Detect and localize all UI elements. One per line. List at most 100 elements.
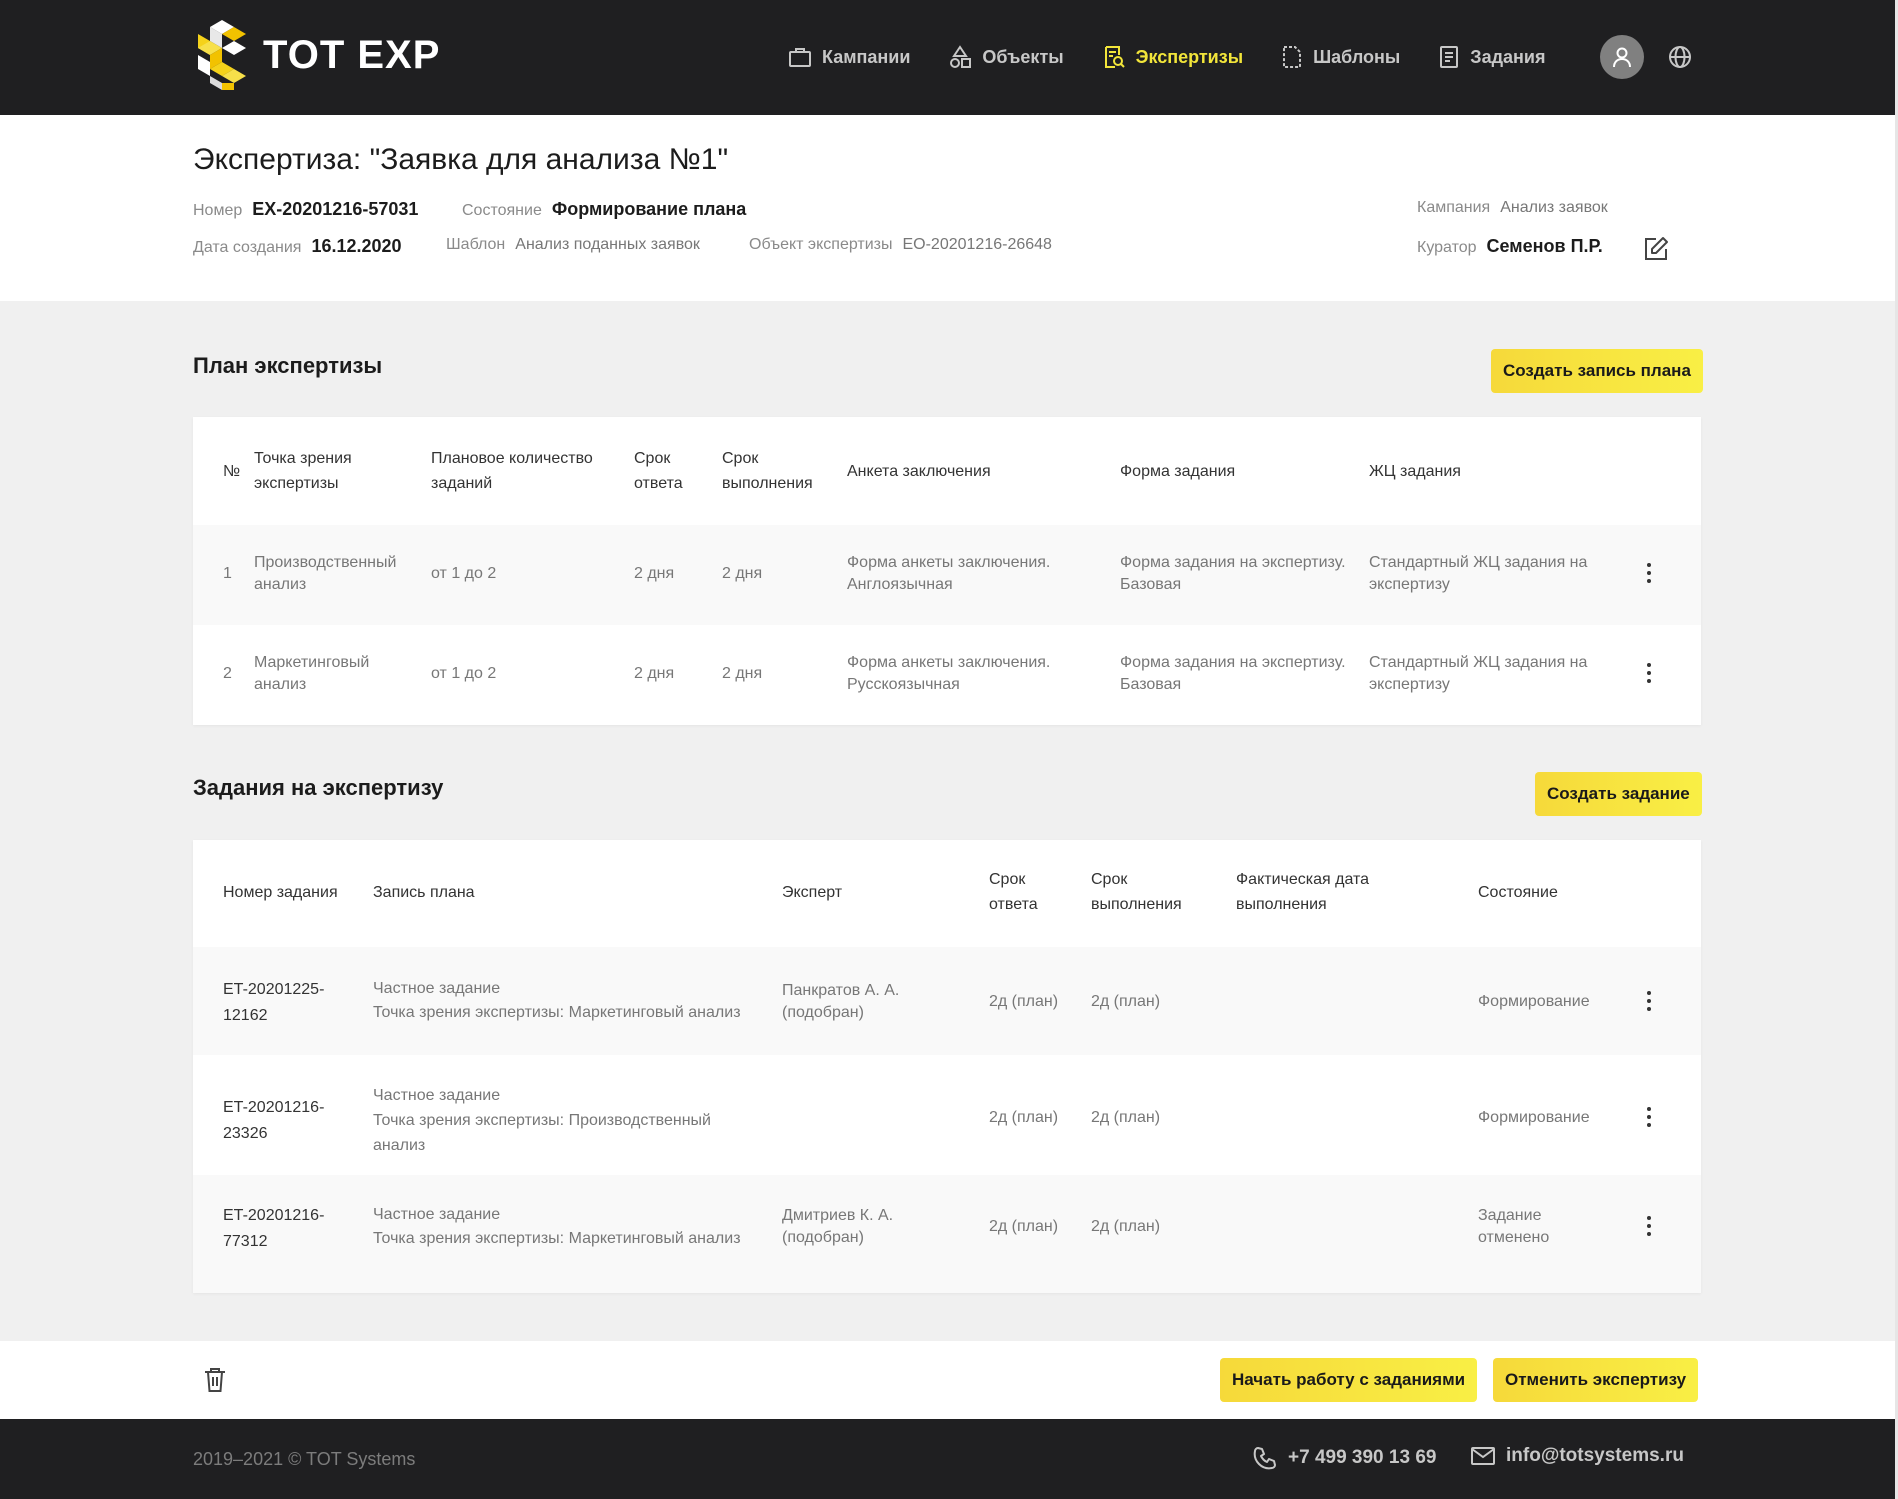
campaign-label: Кампания — [1417, 199, 1491, 216]
main-nav: Кампании Объекты Экспертизы Шаблоны Зада… — [788, 36, 1583, 78]
logo-cubes-icon — [198, 20, 246, 90]
template-label: Шаблон — [446, 236, 506, 253]
nav-templates-label: Шаблоны — [1313, 46, 1401, 67]
tasks-section-title: Задания на экспертизу — [193, 775, 444, 800]
object-field: Объект экспертизы EO-20201216-26648 — [749, 236, 1052, 254]
cancel-expertise-button[interactable]: Отменить экспертизу — [1493, 1358, 1699, 1402]
email-address: info@totsystems.ru — [1506, 1445, 1684, 1466]
row-lifecycle: Стандартный ЖЦ задания на экспертизу — [1369, 652, 1587, 696]
curator-field: Куратор Семенов П.Р. — [1417, 236, 1603, 257]
row-count: от 1 до 2 — [431, 565, 497, 582]
task-answer: 2д (план) — [989, 993, 1059, 1010]
plan-col-exec-line1: Срок — [722, 450, 759, 467]
app-logo[interactable]: TOT EXP — [193, 18, 440, 92]
row-answer: 2 дня — [634, 565, 675, 582]
task-number[interactable]: ET-20201216- 23326 — [223, 1095, 324, 1147]
row-menu-icon[interactable] — [1639, 1107, 1659, 1127]
task-state: Формирование — [1478, 991, 1590, 1013]
plan-col-exec: Срок выполнения — [722, 446, 813, 496]
row-menu-icon[interactable] — [1639, 1216, 1659, 1236]
edit-curator-icon[interactable] — [1642, 235, 1670, 268]
email-contact[interactable]: info@totsystems.ru — [1470, 1445, 1684, 1467]
row-menu-icon[interactable] — [1639, 563, 1659, 583]
plan-col-answer-line1: Срок — [634, 450, 671, 467]
create-plan-record-button[interactable]: Создать запись плана — [1491, 349, 1703, 393]
nav-objects[interactable]: Объекты — [948, 45, 1064, 69]
tasks-col-number: Номер задания — [223, 884, 338, 901]
language-globe-icon[interactable] — [1667, 44, 1693, 75]
table-row[interactable]: ET-20201225- 12162 Частное задание Точка… — [193, 947, 1701, 1055]
row-task-form-line1: Форма задания на экспертизу. — [1120, 554, 1346, 571]
row-task-form-line2: Базовая — [1120, 576, 1182, 593]
table-row[interactable]: 1 Производственный анализ от 1 до 2 2 дн… — [193, 525, 1701, 625]
task-state-line2: отменено — [1478, 1229, 1550, 1246]
plan-col-viewpoint-line1: Точка зрения — [254, 450, 352, 467]
nav-campaigns[interactable]: Кампании — [788, 46, 910, 68]
table-row[interactable]: 2 Маркетинговый анализ от 1 до 2 2 дня 2… — [193, 625, 1701, 725]
row-lifecycle-line1: Стандартный ЖЦ задания на — [1369, 554, 1588, 571]
row-menu-icon[interactable] — [1639, 991, 1659, 1011]
expertise-info-panel: Экспертиза: "Заявка для анализа №1" Номе… — [0, 115, 1895, 301]
mail-icon — [1471, 1447, 1495, 1465]
task-number[interactable]: ET-20201225- 12162 — [223, 977, 324, 1029]
object-value[interactable]: EO-20201216-26648 — [902, 236, 1051, 254]
row-lifecycle-line2: экспертизу — [1369, 676, 1450, 693]
delete-trash-icon[interactable] — [203, 1367, 227, 1398]
tasks-col-expert: Эксперт — [782, 884, 843, 901]
task-number[interactable]: ET-20201216- 77312 — [223, 1203, 324, 1255]
briefcase-icon — [789, 48, 811, 67]
row-menu-icon[interactable] — [1639, 663, 1659, 683]
task-plan-line1: Частное задание — [373, 1206, 501, 1223]
plan-col-answer: Срок ответа — [634, 446, 683, 496]
task-plan: Частное задание Точка зрения экспертизы:… — [373, 977, 741, 1025]
table-row[interactable]: ET-20201216- 77312 Частное задание Точка… — [193, 1175, 1701, 1293]
row-form: Форма анкеты заключения. Англоязычная — [847, 552, 1050, 596]
start-tasks-button[interactable]: Начать работу с заданиями — [1220, 1358, 1478, 1402]
plan-col-task-form: Форма задания — [1120, 463, 1236, 480]
row-viewpoint: Маркетинговый анализ — [254, 652, 369, 696]
page-title: Экспертиза: "Заявка для анализа №1" — [193, 143, 729, 176]
plan-col-answer-line2: ответа — [634, 475, 683, 492]
tasks-col-answer-line2: ответа — [989, 896, 1038, 913]
row-answer: 2 дня — [634, 665, 675, 682]
number-label: Номер — [193, 202, 243, 219]
tasks-col-plan: Запись плана — [373, 884, 475, 901]
tasks-col-answer: Срок ответа — [989, 867, 1038, 917]
plan-col-viewpoint: Точка зрения экспертизы — [254, 446, 352, 496]
row-form-line2: Англоязычная — [847, 576, 953, 593]
row-viewpoint-line2: анализ — [254, 576, 307, 593]
row-exec: 2 дня — [722, 565, 763, 582]
tasks-col-state: Состояние — [1478, 884, 1558, 901]
task-plan: Частное задание Точка зрения экспертизы:… — [373, 1203, 741, 1251]
tasks-table: Номер задания Запись плана Эксперт Срок … — [193, 840, 1701, 1293]
table-row[interactable]: ET-20201216- 23326 Частное задание Точка… — [193, 1055, 1701, 1175]
task-plan-line3: анализ — [373, 1137, 426, 1154]
created-label: Дата создания — [193, 239, 302, 256]
row-task-form: Форма задания на экспертизу. Базовая — [1120, 552, 1346, 596]
nav-expertises[interactable]: Экспертизы — [1102, 45, 1243, 69]
task-state: Формирование — [1478, 1107, 1590, 1129]
create-task-button[interactable]: Создать задание — [1535, 772, 1702, 816]
campaign-value[interactable]: Анализ заявок — [1500, 199, 1608, 217]
task-expert-line1: Дмитриев К. А. — [782, 1207, 894, 1224]
task-number-line2: 23326 — [223, 1125, 268, 1142]
tasks-col-exec: Срок выполнения — [1091, 867, 1182, 917]
row-form-line1: Форма анкеты заключения. — [847, 654, 1051, 671]
tasks-col-answer-line1: Срок — [989, 871, 1026, 888]
task-expert: Дмитриев К. А. (подобран) — [782, 1205, 893, 1249]
task-number-line2: 12162 — [223, 1007, 268, 1024]
nav-campaigns-label: Кампании — [822, 46, 911, 67]
task-icon — [1440, 46, 1459, 68]
copyright-text: 2019–2021 © TOT Systems — [193, 1449, 416, 1469]
nav-templates[interactable]: Шаблоны — [1281, 45, 1400, 69]
row-lifecycle-line2: экспертизу — [1369, 576, 1450, 593]
bottom-action-bar: Начать работу с заданиями Отменить экспе… — [0, 1341, 1895, 1419]
campaign-field: Кампания Анализ заявок — [1417, 199, 1608, 217]
template-value[interactable]: Анализ поданных заявок — [515, 236, 700, 254]
nav-tasks[interactable]: Задания — [1438, 45, 1545, 69]
row-num: 1 — [223, 565, 232, 582]
task-expert: Панкратов А. А. (подобран) — [782, 980, 899, 1024]
user-avatar[interactable] — [1600, 35, 1644, 79]
phone-contact[interactable]: +7 499 390 13 69 — [1252, 1445, 1436, 1471]
row-form: Форма анкеты заключения. Русскоязычная — [847, 652, 1050, 696]
